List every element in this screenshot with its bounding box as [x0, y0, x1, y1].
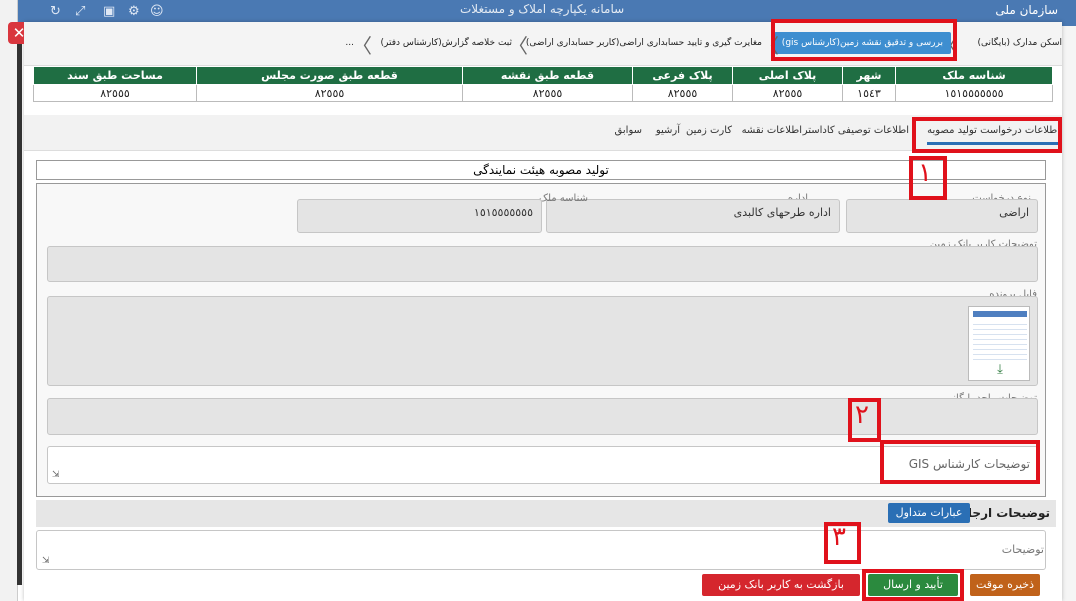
step-scan-documents[interactable]: اسکن مدارک (بایگانی): [977, 32, 1062, 54]
resize-handle-icon[interactable]: ⇲: [52, 470, 60, 480]
refresh-icon[interactable]: ↻: [50, 4, 61, 19]
table-row: ٨٢٥٥٥ ٨٢٥٥٥ ٨٢٥٥٥ ٨٢٥٥٥ ٨٢٥٥٥ ١٥٤٣ ١٥١٥٥…: [33, 84, 1053, 102]
archive-desc-field[interactable]: [47, 398, 1038, 435]
tab-history[interactable]: سوابق: [615, 125, 642, 136]
left-background-pane: [0, 0, 18, 601]
highlight-confirm-button: [862, 569, 964, 601]
property-id-label: شناسه ملک: [539, 193, 588, 204]
table-cell: ١٥١٥٥٥٥٥٥٥: [895, 84, 1053, 102]
landbank-desc-field[interactable]: [47, 246, 1038, 282]
column-header: مساحت طبق سند: [33, 66, 197, 85]
highlight-gis-desc: [880, 440, 1040, 484]
office-field[interactable]: اداره طرحهای کالبدی: [546, 199, 840, 233]
table-cell: ٨٢٥٥٥: [462, 84, 633, 102]
tab-bar: اطلاعات درخواست تولید مصوبه اطلاعات توصی…: [24, 115, 1062, 151]
common-phrases-button[interactable]: عبارات متداول: [888, 503, 970, 523]
return-to-landbank-button[interactable]: بازگشت به کاربر بانک زمین: [702, 574, 860, 596]
tab-map-info[interactable]: اطلاعات نقشه: [742, 125, 802, 136]
step-accounting-verification[interactable]: مغایرت گیری و تایید حسابداری اراضی(کاربر…: [526, 32, 762, 54]
section-title: تولید مصوبه هیئت نمایندگی: [36, 160, 1046, 180]
table-cell: ٨٢٥٥٥: [33, 84, 197, 102]
right-background-pane: [1062, 26, 1076, 601]
column-header: قطعه طبق صورت مجلس: [196, 66, 463, 85]
highlight-tab: [912, 117, 1062, 153]
column-header: پلاک فرعی: [632, 66, 733, 85]
settings-icon[interactable]: ⚙: [128, 4, 140, 19]
column-header: قطعه طبق نقشه: [462, 66, 633, 85]
temp-save-button[interactable]: ذخیره موقت: [970, 574, 1040, 596]
property-info-table: مساحت طبق سند قطعه طبق صورت مجلس قطعه طب…: [33, 66, 1053, 102]
file-thumbnail[interactable]: ⤓: [968, 306, 1030, 381]
table-cell: ١٥٤٣: [842, 84, 896, 102]
app-title: سامانه یکپارچه املاک و مستغلات: [460, 2, 625, 16]
highlight-active-step: [771, 19, 957, 61]
file-field: [47, 296, 1038, 386]
brand-name: سازمان ملی: [995, 3, 1058, 17]
column-header: پلاک اصلی: [732, 66, 843, 85]
table-cell: ٨٢٥٥٥: [196, 84, 463, 102]
tab-cadastre-info[interactable]: اطلاعات توصیفی کاداستر: [803, 125, 909, 136]
annotation-number-1: ١: [918, 158, 932, 188]
tab-land-card[interactable]: کارت زمین: [686, 125, 732, 136]
table-cell: ٨٢٥٥٥: [632, 84, 733, 102]
resize-handle-icon[interactable]: ⇲: [42, 556, 50, 566]
annotation-number-2: ٢: [855, 400, 869, 430]
column-header: شهر: [842, 66, 896, 85]
thumbnail-header: [973, 311, 1027, 317]
request-type-field[interactable]: اراضی: [846, 199, 1038, 233]
print-icon[interactable]: ▣: [103, 4, 115, 19]
user-icon[interactable]: ☺: [150, 4, 164, 19]
step-more[interactable]: ...: [345, 32, 354, 54]
step-report-summary[interactable]: ثبت خلاصه گزارش(کارشناس دفتر): [381, 32, 513, 54]
chevron-left-icon: 〈: [352, 34, 372, 58]
table-cell: ٨٢٥٥٥: [732, 84, 843, 102]
table-header-row: مساحت طبق سند قطعه طبق صورت مجلس قطعه طب…: [33, 66, 1053, 85]
tab-archive[interactable]: آرشیو: [656, 125, 680, 136]
refer-desc-placeholder: توضیحات: [1001, 543, 1044, 556]
expand-icon[interactable]: ⤢: [75, 4, 85, 19]
column-header: شناسه ملک: [895, 66, 1053, 85]
dialog-edge: [17, 40, 22, 585]
refer-desc-textarea[interactable]: [36, 530, 1046, 570]
thumbnail-grid: [973, 320, 1027, 360]
annotation-number-3: ٣: [832, 522, 846, 552]
property-id-field[interactable]: ١٥١٥٥٥٥٥٥٥: [297, 199, 542, 233]
download-icon[interactable]: ⤓: [969, 362, 1031, 377]
